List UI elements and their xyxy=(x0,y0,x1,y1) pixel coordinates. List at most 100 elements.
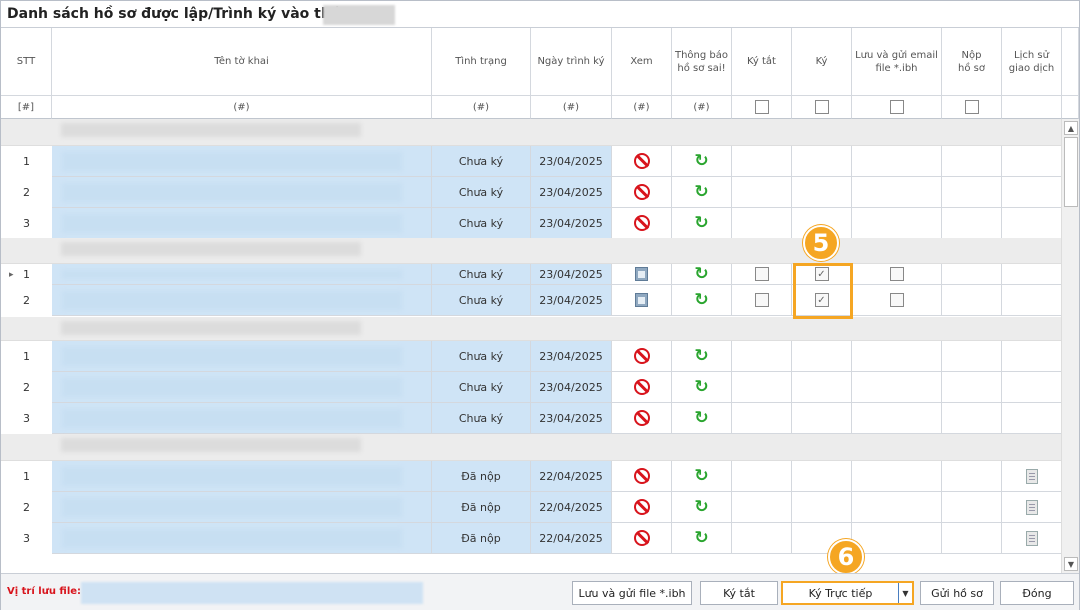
ky-tat-cell[interactable] xyxy=(732,492,792,523)
luu-gui-cell[interactable] xyxy=(852,523,942,554)
ky-tat-cell[interactable] xyxy=(732,264,792,285)
thong-bao-cell[interactable]: ↻ xyxy=(672,403,732,434)
scroll-down-icon[interactable]: ▼ xyxy=(1064,557,1078,571)
refresh-icon[interactable]: ↻ xyxy=(694,467,708,485)
ky-tat-cell[interactable] xyxy=(732,461,792,492)
table-row[interactable]: 1 Đã nộp 22/04/2025 ↻ xyxy=(1,461,1062,492)
ky-tat-cell[interactable] xyxy=(732,177,792,208)
select-all-luu-gui-checkbox[interactable] xyxy=(889,100,904,114)
refresh-icon[interactable]: ↻ xyxy=(694,291,708,309)
vertical-scrollbar[interactable]: ▲ ▼ xyxy=(1061,119,1079,573)
luu-gui-cell[interactable] xyxy=(852,403,942,434)
table-row[interactable]: 1 Chưa ký 23/04/2025 ↻ xyxy=(1,146,1062,177)
thong-bao-cell[interactable]: ↻ xyxy=(672,146,732,177)
luu-gui-cell[interactable] xyxy=(852,285,942,316)
xem-cell[interactable] xyxy=(612,523,672,554)
lich-su-cell[interactable] xyxy=(1002,403,1062,434)
ky-cell[interactable] xyxy=(792,177,852,208)
thong-bao-cell[interactable]: ↻ xyxy=(672,341,732,372)
document-view-icon[interactable] xyxy=(635,267,648,281)
xem-cell[interactable] xyxy=(612,177,672,208)
filter-ky[interactable] xyxy=(792,96,852,119)
ky-tat-button[interactable]: Ký tắt xyxy=(700,581,778,605)
header-lich-su[interactable]: Lịch sử giao dịch xyxy=(1002,28,1062,96)
xem-cell[interactable] xyxy=(612,461,672,492)
luu-gui-cell[interactable] xyxy=(852,208,942,239)
ky-cell[interactable] xyxy=(792,146,852,177)
header-xem[interactable]: Xem xyxy=(612,28,672,96)
lich-su-cell[interactable] xyxy=(1002,341,1062,372)
nop-cell[interactable] xyxy=(942,285,1002,316)
xem-cell[interactable] xyxy=(612,492,672,523)
table-row[interactable]: ▸ 1 Chưa ký 23/04/2025 ↻ ✓ xyxy=(1,264,1062,285)
select-all-ky-checkbox[interactable] xyxy=(814,100,829,114)
header-nop[interactable]: Nộp hồ sơ xyxy=(942,28,1002,96)
dong-button[interactable]: Đóng xyxy=(1000,581,1074,605)
lich-su-cell[interactable] xyxy=(1002,461,1062,492)
filter-ngay[interactable]: (#) xyxy=(531,96,612,119)
ky-cell[interactable] xyxy=(792,341,852,372)
thong-bao-cell[interactable]: ↻ xyxy=(672,492,732,523)
history-doc-icon[interactable] xyxy=(1025,468,1038,484)
header-ngay-trinh-ky[interactable]: Ngày trình ký xyxy=(531,28,612,96)
nop-cell[interactable] xyxy=(942,403,1002,434)
lich-su-cell[interactable] xyxy=(1002,264,1062,285)
luu-gui-cell[interactable] xyxy=(852,341,942,372)
ky-tat-cell[interactable] xyxy=(732,403,792,434)
group-header-row[interactable] xyxy=(1,119,1061,146)
header-stt[interactable]: STT xyxy=(1,28,52,96)
refresh-icon[interactable]: ↻ xyxy=(694,529,708,547)
table-row[interactable]: 2 Chưa ký 23/04/2025 ↻ ✓ xyxy=(1,285,1062,316)
scroll-thumb[interactable] xyxy=(1064,137,1078,207)
ky-tat-cell[interactable] xyxy=(732,208,792,239)
header-ten-to-khai[interactable]: Tên tờ khai xyxy=(52,28,432,96)
history-doc-icon[interactable] xyxy=(1025,499,1038,515)
refresh-icon[interactable]: ↻ xyxy=(694,409,708,427)
refresh-icon[interactable]: ↻ xyxy=(694,265,708,283)
header-tinh-trang[interactable]: Tình trạng xyxy=(432,28,531,96)
group-header-row[interactable] xyxy=(1,238,1061,264)
xem-cell[interactable] xyxy=(612,264,672,285)
file-location-field[interactable] xyxy=(81,582,423,604)
xem-cell[interactable] xyxy=(612,285,672,316)
nop-cell[interactable] xyxy=(942,341,1002,372)
lich-su-cell[interactable] xyxy=(1002,177,1062,208)
xem-cell[interactable] xyxy=(612,372,672,403)
nop-cell[interactable] xyxy=(942,264,1002,285)
refresh-icon[interactable]: ↻ xyxy=(694,183,708,201)
filter-nop[interactable] xyxy=(942,96,1002,119)
scroll-up-icon[interactable]: ▲ xyxy=(1064,121,1078,135)
thong-bao-cell[interactable]: ↻ xyxy=(672,523,732,554)
ky-cell[interactable] xyxy=(792,372,852,403)
luu-gui-cell[interactable] xyxy=(852,177,942,208)
header-thong-bao[interactable]: Thông báo hồ sơ sai! xyxy=(672,28,732,96)
table-row[interactable]: 3 Đã nộp 22/04/2025 ↻ xyxy=(1,523,1062,554)
nop-cell[interactable] xyxy=(942,492,1002,523)
kytat-checkbox[interactable] xyxy=(754,267,769,281)
xem-cell[interactable] xyxy=(612,208,672,239)
table-row[interactable]: 3 Chưa ký 23/04/2025 ↻ xyxy=(1,403,1062,434)
lich-su-cell[interactable] xyxy=(1002,372,1062,403)
filter-luu-gui[interactable] xyxy=(852,96,942,119)
gui-ho-so-button[interactable]: Gửi hồ sơ xyxy=(920,581,994,605)
refresh-icon[interactable]: ↻ xyxy=(694,498,708,516)
luu-checkbox[interactable] xyxy=(889,293,904,307)
table-row[interactable]: 2 Chưa ký 23/04/2025 ↻ xyxy=(1,372,1062,403)
refresh-icon[interactable]: ↻ xyxy=(694,152,708,170)
header-ky-tat[interactable]: Ký tắt xyxy=(732,28,792,96)
luu-checkbox[interactable] xyxy=(889,267,904,281)
group-header-row[interactable] xyxy=(1,317,1061,341)
header-ky[interactable]: Ký xyxy=(792,28,852,96)
ky-cell[interactable] xyxy=(792,461,852,492)
filter-ky-tat[interactable] xyxy=(732,96,792,119)
nop-cell[interactable] xyxy=(942,523,1002,554)
history-doc-icon[interactable] xyxy=(1025,530,1038,546)
select-all-ky-tat-checkbox[interactable] xyxy=(754,100,769,114)
luu-gui-cell[interactable] xyxy=(852,264,942,285)
ky-cell[interactable] xyxy=(792,403,852,434)
nop-cell[interactable] xyxy=(942,208,1002,239)
thong-bao-cell[interactable]: ↻ xyxy=(672,372,732,403)
luu-gui-cell[interactable] xyxy=(852,146,942,177)
thong-bao-cell[interactable]: ↻ xyxy=(672,208,732,239)
ky-tat-cell[interactable] xyxy=(732,341,792,372)
